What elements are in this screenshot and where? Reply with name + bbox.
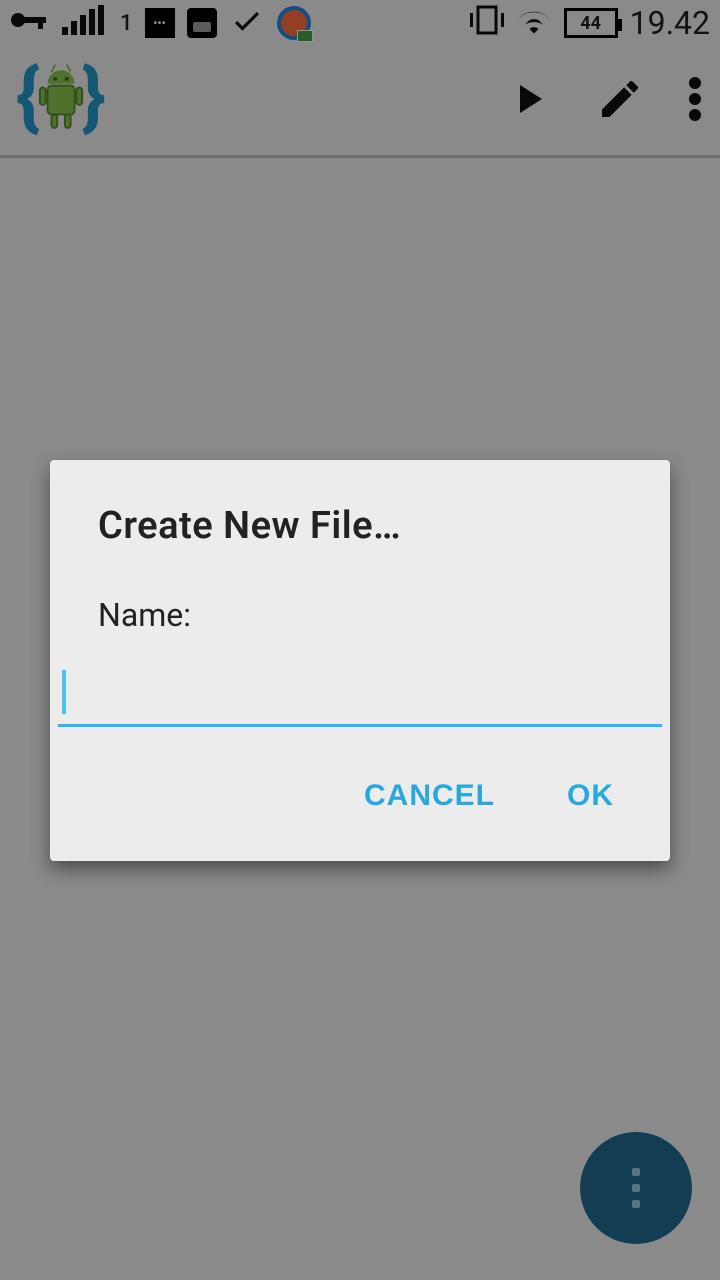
create-file-dialog: Create New File… Name: CANCEL OK <box>50 460 670 861</box>
name-input-wrap <box>50 658 670 727</box>
dialog-actions: CANCEL OK <box>50 727 670 841</box>
cancel-button[interactable]: CANCEL <box>352 771 507 821</box>
app-screen: 1 ••• 44 19 <box>0 0 720 1280</box>
ok-button[interactable]: OK <box>555 771 626 821</box>
name-label: Name: <box>50 578 670 658</box>
dialog-title: Create New File… <box>50 460 670 578</box>
name-input[interactable] <box>58 658 662 727</box>
